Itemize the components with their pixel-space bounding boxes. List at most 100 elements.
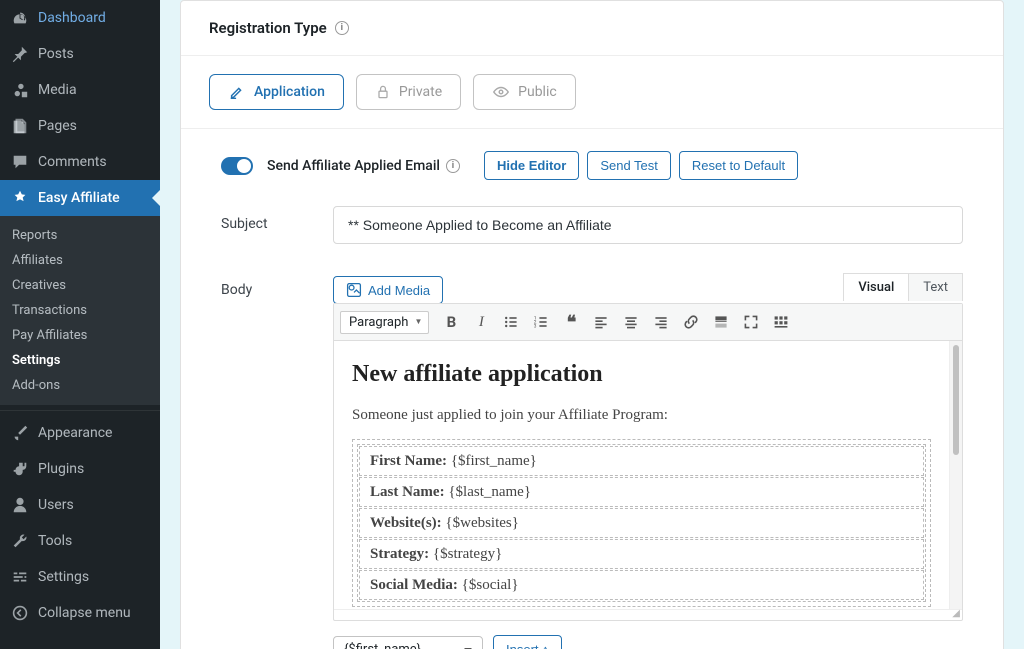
sliders-icon xyxy=(10,567,30,587)
sidebar-item-appearance[interactable]: Appearance xyxy=(0,415,160,451)
tab-application[interactable]: Application xyxy=(209,74,344,110)
pages-icon xyxy=(10,116,30,136)
lock-icon xyxy=(375,84,391,100)
collapse-icon xyxy=(10,603,30,623)
sidebar-item-collapse[interactable]: Collapse menu xyxy=(0,595,160,631)
sidebar-item-label: Plugins xyxy=(38,461,84,477)
tab-private[interactable]: Private xyxy=(356,74,461,110)
reset-default-button[interactable]: Reset to Default xyxy=(679,151,798,180)
sidebar-item-plugins[interactable]: Plugins xyxy=(0,451,160,487)
subject-input[interactable] xyxy=(333,206,963,244)
registration-panel: Registration Type i Application Private xyxy=(180,0,1004,649)
main-content: Registration Type i Application Private xyxy=(160,0,1024,649)
email-intro: Someone just applied to join your Affili… xyxy=(352,403,931,427)
sidebar-sub-reports[interactable]: Reports xyxy=(0,223,160,248)
email-heading: New affiliate application xyxy=(352,355,931,393)
dashboard-icon xyxy=(10,8,30,28)
editor-toolbar: Paragraph B I 123 ❝ xyxy=(334,304,962,341)
send-email-toggle[interactable] xyxy=(221,157,253,175)
fullscreen-button[interactable] xyxy=(737,308,765,336)
editor-mode-tabs: Visual Text xyxy=(844,273,963,301)
sidebar-item-media[interactable]: Media xyxy=(0,72,160,108)
admin-sidebar: Dashboard Posts Media Pages Comments Eas… xyxy=(0,0,160,649)
body-row: Body Add Media Visual Text xyxy=(221,272,963,649)
tab-label: Application xyxy=(254,84,325,100)
email-section: Send Affiliate Applied Email i Hide Edit… xyxy=(181,129,1003,649)
panel-header: Registration Type i xyxy=(181,1,1003,56)
send-email-label: Send Affiliate Applied Email i xyxy=(267,158,460,174)
blockquote-button[interactable]: ❝ xyxy=(557,308,585,336)
panel-title: Registration Type xyxy=(209,19,327,37)
sidebar-sub-creatives[interactable]: Creatives xyxy=(0,273,160,298)
sidebar-item-comments[interactable]: Comments xyxy=(0,144,160,180)
sidebar-item-label: Collapse menu xyxy=(38,605,131,621)
tab-visual[interactable]: Visual xyxy=(843,273,909,301)
email-header-row: Send Affiliate Applied Email i Hide Edit… xyxy=(221,151,963,180)
toolbar-toggle-button[interactable] xyxy=(767,308,795,336)
application-fields-table: First Name: {$first_name} Last Name: {$l… xyxy=(352,439,931,607)
sidebar-item-label: Tools xyxy=(38,533,72,549)
comments-icon xyxy=(10,152,30,172)
format-select[interactable]: Paragraph xyxy=(340,311,429,334)
hide-editor-button[interactable]: Hide Editor xyxy=(484,151,579,180)
body-label: Body xyxy=(221,272,333,298)
brush-icon xyxy=(10,423,30,443)
sidebar-item-users[interactable]: Users xyxy=(0,487,160,523)
sidebar-item-label: Easy Affiliate xyxy=(38,190,120,206)
editor-content[interactable]: New affiliate application Someone just a… xyxy=(334,341,949,609)
registration-type-tabs: Application Private Public xyxy=(181,56,1003,129)
sidebar-sub-transactions[interactable]: Transactions xyxy=(0,298,160,323)
svg-text:3: 3 xyxy=(534,324,537,330)
wrench-icon xyxy=(10,531,30,551)
insert-more-button[interactable] xyxy=(707,308,735,336)
sidebar-item-easy-affiliate[interactable]: Easy Affiliate xyxy=(0,180,160,216)
sidebar-item-dashboard[interactable]: Dashboard xyxy=(0,0,160,36)
italic-button[interactable]: I xyxy=(467,308,495,336)
align-left-button[interactable] xyxy=(587,308,615,336)
resize-handle[interactable]: ◢ xyxy=(334,609,962,620)
sidebar-sub-pay-affiliates[interactable]: Pay Affiliates xyxy=(0,323,160,348)
sidebar-item-label: Comments xyxy=(38,154,107,170)
affiliate-icon xyxy=(10,188,30,208)
sidebar-item-settings[interactable]: Settings xyxy=(0,559,160,595)
number-list-button[interactable]: 123 xyxy=(527,308,555,336)
user-icon xyxy=(10,495,30,515)
sidebar-sub-settings[interactable]: Settings xyxy=(0,348,160,373)
variable-select[interactable]: {$first_name} xyxy=(333,636,483,649)
tab-public[interactable]: Public xyxy=(473,74,576,110)
insert-variable-row: {$first_name} Insert ↑ xyxy=(333,635,963,649)
tab-text[interactable]: Text xyxy=(908,273,963,301)
subject-label: Subject xyxy=(221,206,333,232)
add-media-button[interactable]: Add Media xyxy=(333,276,443,304)
sidebar-item-pages[interactable]: Pages xyxy=(0,108,160,144)
media-icon xyxy=(10,80,30,100)
sidebar-item-label: Posts xyxy=(38,46,74,62)
pin-icon xyxy=(10,44,30,64)
media-icon xyxy=(346,282,362,298)
editor-scrollbar[interactable] xyxy=(949,341,962,609)
edit-icon xyxy=(228,83,246,101)
bold-button[interactable]: B xyxy=(437,308,465,336)
sidebar-item-posts[interactable]: Posts xyxy=(0,36,160,72)
sidebar-item-tools[interactable]: Tools xyxy=(0,523,160,559)
align-center-button[interactable] xyxy=(617,308,645,336)
sidebar-submenu: Reports Affiliates Creatives Transaction… xyxy=(0,216,160,405)
scroll-thumb[interactable] xyxy=(953,345,959,455)
sidebar-item-label: Dashboard xyxy=(38,10,106,26)
sidebar-sub-addons[interactable]: Add-ons xyxy=(0,373,160,398)
link-button[interactable] xyxy=(677,308,705,336)
align-right-button[interactable] xyxy=(647,308,675,336)
sidebar-sub-affiliates[interactable]: Affiliates xyxy=(0,248,160,273)
sidebar-item-label: Users xyxy=(38,497,74,513)
sidebar-item-label: Media xyxy=(38,82,77,98)
subject-row: Subject xyxy=(221,206,963,244)
info-icon[interactable]: i xyxy=(446,159,460,173)
tab-label: Public xyxy=(518,84,557,100)
insert-button[interactable]: Insert ↑ xyxy=(493,635,562,649)
send-test-button[interactable]: Send Test xyxy=(587,151,671,180)
info-icon[interactable]: i xyxy=(335,21,349,35)
bullet-list-button[interactable] xyxy=(497,308,525,336)
sidebar-item-label: Pages xyxy=(38,118,77,134)
plug-icon xyxy=(10,459,30,479)
sidebar-item-label: Appearance xyxy=(38,425,112,441)
